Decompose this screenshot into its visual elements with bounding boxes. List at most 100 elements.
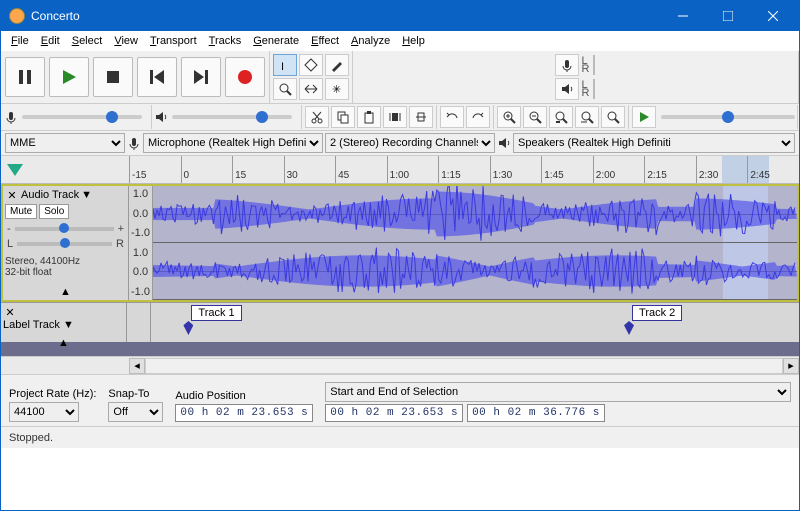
trim-button[interactable] [383,106,407,128]
fit-selection-button[interactable] [549,106,573,128]
menu-select[interactable]: Select [66,33,109,49]
minimize-button[interactable] [660,1,705,31]
silence-button[interactable] [409,106,433,128]
scroll-right-button[interactable]: ▸ [783,358,799,374]
track-menu-dropdown[interactable]: ▼ [81,189,92,201]
undo-button[interactable] [440,106,464,128]
menu-view[interactable]: View [108,33,144,49]
mic-meter-icon[interactable] [555,54,579,76]
window-title: Concerto [31,9,660,23]
menu-transport[interactable]: Transport [144,33,203,49]
recording-meter-message: Click to Start Monitoring [594,55,595,75]
meters: LR -57-54-51-48-45-42-39-36-33-30-27-24-… [353,51,799,103]
zoom-in-button[interactable] [497,106,521,128]
draw-tool[interactable] [325,54,349,76]
recording-device-select[interactable]: Microphone (Realtek High Defini [143,133,323,153]
playback-speed-slider[interactable] [661,115,795,119]
gain-slider[interactable] [15,227,114,231]
envelope-tool[interactable] [299,54,323,76]
snap-to-label: Snap-To [108,388,163,400]
horizontal-scrollbar[interactable]: ◂ ▸ [1,356,799,374]
timeline-tick: 1:45 [541,156,593,183]
timeline-tick: 2:00 [593,156,645,183]
recording-meter[interactable]: -57-54-51-48-45-42-39-36-33-30-27-24-21-… [593,55,595,75]
timeline-tick: 1:30 [490,156,542,183]
skip-end-button[interactable] [181,57,221,97]
device-toolbar: MME Microphone (Realtek High Defini 2 (S… [1,131,799,156]
menu-effect[interactable]: Effect [305,33,345,49]
playback-volume-slider[interactable] [172,115,292,119]
timeline-tick: 0 [181,156,233,183]
track-collapse-button[interactable]: ▲ [5,286,126,298]
recording-volume-slider[interactable] [22,115,142,119]
audio-position-field[interactable]: 00 h 02 m 23.653 s [175,404,313,422]
timeline-tick: 30 [284,156,336,183]
close-button[interactable] [750,1,795,31]
mute-button[interactable]: Mute [5,204,37,219]
project-rate-select[interactable]: 44100 [9,402,79,422]
svg-text:✳: ✳ [332,84,341,96]
audio-host-select[interactable]: MME [5,133,125,153]
label-track-close-button[interactable]: ✕ [3,305,17,319]
stop-button[interactable] [93,57,133,97]
svg-text:I: I [281,61,284,72]
timeline-tick: 15 [232,156,284,183]
speaker-meter-icon[interactable] [555,78,579,100]
label-track-name: Label Track [3,319,60,331]
timeline-tick: 2:15 [644,156,696,183]
scroll-left-button[interactable]: ◂ [129,358,145,374]
pause-button[interactable] [5,57,45,97]
label-track-menu-dropdown[interactable]: ▼ [63,319,74,331]
record-button[interactable] [225,57,265,97]
playback-device-select[interactable]: Speakers (Realtek High Definiti [513,133,795,153]
label-area[interactable]: Track 1 Track 2 [151,303,799,342]
menu-edit[interactable]: Edit [35,33,66,49]
menu-tracks[interactable]: Tracks [203,33,248,49]
pan-slider[interactable] [17,242,112,246]
menu-file[interactable]: File [5,33,35,49]
playback-meter[interactable]: -57-54-51-48-45-42-39-36-33-30-27-24-21-… [593,79,595,99]
timeline-tick: 2:30 [696,156,748,183]
zoom-toggle-button[interactable] [601,106,625,128]
playhead-pin-icon[interactable] [7,164,23,176]
audio-track: ✕ Audio Track ▼ Mute Solo -+ LR Stereo, … [1,184,799,302]
timeshift-tool[interactable] [299,78,323,100]
zoom-tool[interactable] [273,78,297,100]
snap-to-select[interactable]: Off [108,402,163,422]
waveform-area[interactable] [153,186,797,300]
titlebar: Concerto [1,1,799,31]
skip-start-button[interactable] [137,57,177,97]
maximize-button[interactable] [705,1,750,31]
redo-button[interactable] [466,106,490,128]
tools-palette: I ✳ [270,51,353,103]
menu-analyze[interactable]: Analyze [345,33,396,49]
solo-button[interactable]: Solo [39,204,69,219]
menu-help[interactable]: Help [396,33,431,49]
cut-button[interactable] [305,106,329,128]
menubar: FileEditSelectViewTransportTracksGenerat… [1,31,799,51]
label-marker[interactable]: Track 1 [183,305,241,321]
menu-generate[interactable]: Generate [247,33,305,49]
paste-button[interactable] [357,106,381,128]
vertical-scale: 1.0 0.0 -1.0 1.0 0.0 -1.0 [129,186,153,300]
recording-channels-select[interactable]: 2 (Stereo) Recording Channels [325,133,495,153]
selection-start-field[interactable]: 00 h 02 m 23.653 s [325,404,463,422]
timeline-tick: -15 [129,156,181,183]
fit-project-button[interactable] [575,106,599,128]
selection-type-select[interactable]: Start and End of Selection [325,382,791,402]
zoom-out-button[interactable] [523,106,547,128]
label-marker[interactable]: Track 2 [624,305,682,321]
project-rate-label: Project Rate (Hz): [9,388,96,400]
waveform-left-channel[interactable] [153,186,797,243]
track-close-button[interactable]: ✕ [5,188,19,202]
meter-r-label-2: R [582,89,590,97]
waveform-right-channel[interactable] [153,243,797,300]
play-at-speed-button[interactable] [632,106,656,128]
play-button[interactable] [49,57,89,97]
multi-tool[interactable]: ✳ [325,78,349,100]
copy-button[interactable] [331,106,355,128]
label-track-collapse-button[interactable]: ▲ [3,337,124,349]
selection-tool[interactable]: I [273,54,297,76]
selection-end-field[interactable]: 00 h 02 m 36.776 s [467,404,605,422]
timeline-ruler[interactable]: -1501530451:001:151:301:452:002:152:302:… [1,156,799,184]
